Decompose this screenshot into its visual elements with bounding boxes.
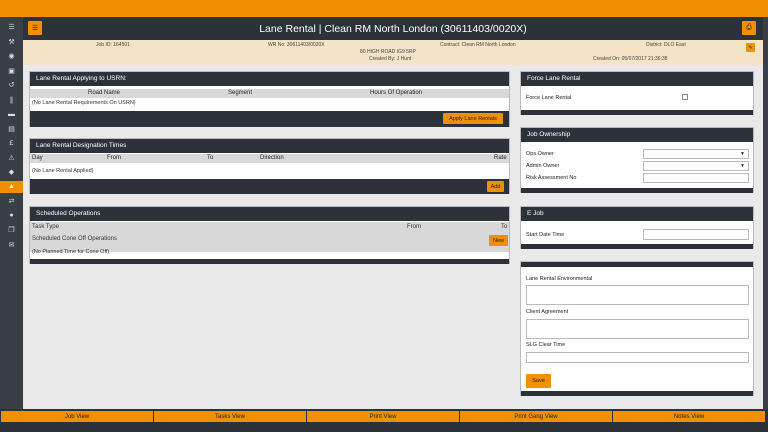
panel-footer (30, 259, 509, 264)
col-from: From (107, 155, 121, 161)
created-by: Created By: J Hunt (369, 56, 412, 62)
chevron-down-icon: ▼ (740, 151, 745, 157)
copy-icon[interactable]: ❐ (0, 224, 23, 236)
environmental-textarea[interactable] (526, 285, 749, 305)
list-icon[interactable]: ☰ (0, 21, 23, 33)
tab-notes-view[interactable]: Notes View (613, 411, 765, 422)
print-button[interactable]: ⎙ (742, 21, 756, 35)
panel-title: Job Ownership (521, 128, 753, 142)
edit-icon: ✎ (748, 44, 753, 51)
panel-footer (521, 188, 753, 193)
start-date-label: Start Date Time (526, 232, 565, 238)
mail-icon[interactable]: ✉ (0, 239, 23, 251)
apply-lane-rentals-button[interactable]: Apply Lane Rentals (443, 113, 503, 124)
bottom-tab-bar: Job View Tasks View Print View Print Gang V… (0, 409, 768, 432)
empty-message: (No Lane Rental Applied) (32, 168, 94, 174)
wrench-icon[interactable]: ⚒ (0, 36, 23, 48)
pound-icon[interactable]: £ (0, 137, 23, 149)
save-button[interactable]: Save (526, 374, 551, 388)
col-direction: Direction (260, 155, 284, 161)
contract: Contract: Clean RM North London (440, 42, 516, 48)
scheduled-operations-panel: Scheduled Operations Task Type From To S… (29, 206, 510, 264)
swap-icon[interactable]: ⇄ (0, 195, 23, 207)
col-segment: Segment (228, 90, 253, 96)
table-header: Day From To Direction Rate (30, 154, 509, 163)
page-title: Lane Rental | Clean RM North London (306… (259, 23, 527, 35)
created-on: Created On: 05/07/2017 21:36:38 (593, 56, 668, 62)
e-job-panel: E Job Start Date Time (520, 206, 754, 249)
panel-footer (30, 111, 509, 127)
risk-assessment-label: Risk Assessment No (526, 175, 577, 181)
client-agreement-label: Client Agreement (526, 309, 569, 315)
new-button[interactable]: New (489, 235, 508, 246)
force-lane-rental-checkbox[interactable] (682, 94, 688, 100)
panel-footer (521, 244, 753, 249)
risk-assessment-input[interactable] (643, 173, 749, 183)
tag-icon[interactable]: ◆ (0, 166, 23, 178)
wr-no: WR No: 30611403/0020X (268, 42, 325, 48)
client-agreement-textarea[interactable] (526, 319, 749, 339)
history-icon[interactable]: ↺ (0, 79, 23, 91)
tab-print-gang-view[interactable]: Print Gang View (460, 411, 612, 422)
panel-title: Lane Rental Applying to USRN: (30, 72, 509, 86)
tab-tasks-view[interactable]: Tasks View (154, 411, 306, 422)
truck-icon[interactable]: ▬ (0, 108, 23, 120)
panel-title: E Job (521, 207, 753, 221)
panel-header-strip (521, 262, 753, 267)
title-bar: ☰ Lane Rental | Clean RM North London (3… (23, 17, 763, 40)
user-icon[interactable]: ● (0, 210, 23, 222)
job-id: Job ID: 164501 (96, 42, 130, 48)
col-day: Day (32, 155, 43, 161)
panel-title: Lane Rental Designation Times (30, 139, 509, 153)
printer-icon: ⎙ (746, 24, 752, 31)
cone-off-heading: Scheduled Cone Off Operations (32, 236, 117, 242)
environmental-label: Lane Rental Environmental (526, 276, 593, 282)
lane-rental-usrn-panel: Lane Rental Applying to USRN: Road Name … (29, 71, 510, 127)
info-action-button[interactable]: ✎ (746, 43, 755, 52)
job-ownership-panel: Job Ownership Ops Owner ▼ Admin Owner ▼ … (520, 127, 754, 193)
top-accent-bar (0, 0, 768, 17)
panel-footer (521, 110, 753, 115)
admin-owner-select[interactable]: ▼ (643, 161, 749, 171)
tab-print-view[interactable]: Print View (307, 411, 459, 422)
paperclip-icon[interactable]: ∥ (0, 94, 23, 106)
map-pin-icon[interactable]: ◉ (0, 50, 23, 62)
panel-title: Scheduled Operations (30, 207, 509, 221)
force-lane-rental-label: Force Lane Rental (526, 95, 572, 101)
book-icon[interactable]: ▤ (0, 123, 23, 135)
district: District: DLO East (646, 42, 686, 48)
ops-owner-select[interactable]: ▼ (643, 149, 749, 159)
lane-rental-notes-panel: Lane Rental Environmental Client Agreeme… (520, 261, 754, 396)
empty-message: (No Lane Rental Requirements On USRN) (32, 100, 136, 106)
job-info-bar: Job ID: 164501 WR No: 30611403/0020X Con… (23, 40, 763, 65)
panel-footer (30, 179, 509, 194)
table-header: Road Name Segment Hours Of Operation (30, 89, 509, 98)
designation-times-panel: Lane Rental Designation Times Day From T… (29, 138, 510, 194)
warning-icon[interactable]: ⚠ (0, 152, 23, 164)
sidebar: ☰ ⚒ ◉ ▣ ↺ ∥ ▬ ▤ £ ⚠ ◆ ▲ ⇄ ● ❐ ✉ (0, 17, 23, 409)
col-to: To (207, 155, 214, 161)
panel-title: Force Lane Rental (521, 72, 753, 86)
slg-clear-time-label: SLG Clear Time (526, 342, 566, 348)
admin-owner-label: Admin Owner (526, 163, 560, 169)
col-hours: Hours Of Operation (370, 90, 423, 96)
start-date-input[interactable] (643, 229, 749, 240)
chevron-down-icon: ▼ (740, 163, 745, 169)
right-edge-strip (763, 17, 768, 409)
empty-message: (No Planned Time for Cone Off) (32, 249, 110, 255)
panel-footer (521, 391, 753, 396)
add-button[interactable]: Add (487, 181, 504, 192)
force-lane-rental-panel: Force Lane Rental Force Lane Rental (520, 71, 754, 115)
camera-icon[interactable]: ▣ (0, 65, 23, 77)
slg-clear-time-input[interactable] (526, 352, 749, 363)
ops-owner-label: Ops Owner (526, 151, 554, 157)
col-task-type: Task Type (32, 224, 59, 230)
col-to: To (501, 224, 508, 230)
address: 80 HIGH ROAD IG9 5RP (360, 49, 416, 55)
col-from: From (407, 224, 421, 230)
col-rate: Rate (494, 155, 507, 161)
cone-icon[interactable]: ▲ (0, 180, 23, 193)
tab-job-view[interactable]: Job View (1, 411, 153, 422)
col-road-name: Road Name (88, 90, 121, 96)
